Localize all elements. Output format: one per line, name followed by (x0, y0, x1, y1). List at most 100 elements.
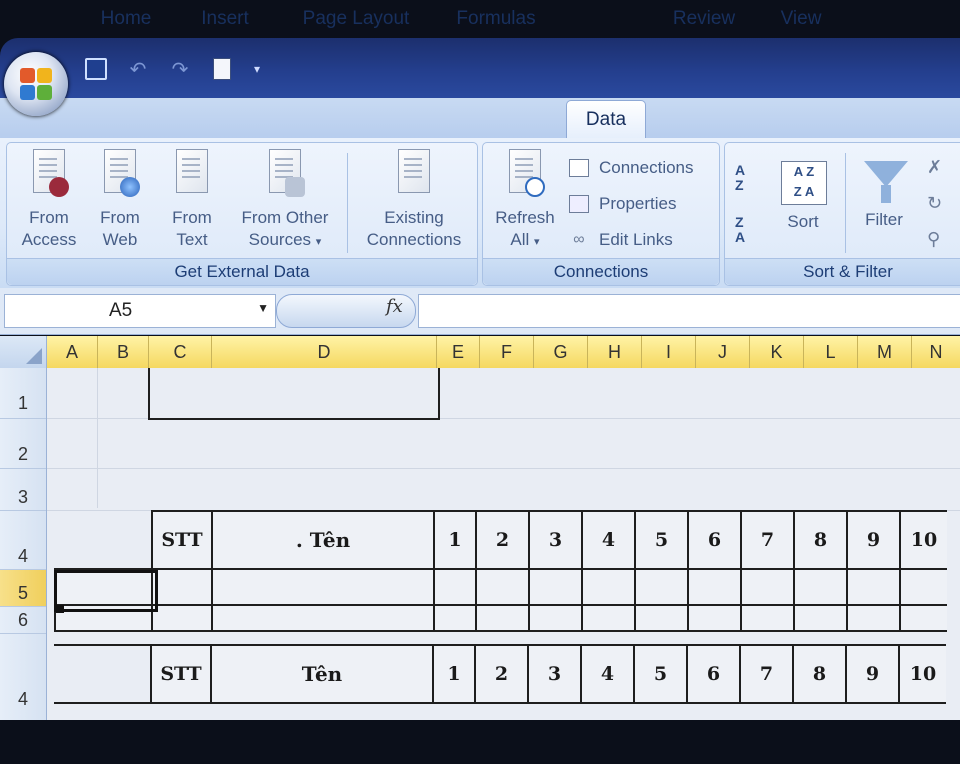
row-header-4b[interactable]: 4 (0, 634, 46, 720)
properties-button[interactable]: Properties (567, 189, 676, 219)
print-preview-icon[interactable] (204, 54, 240, 84)
clear-filter-icon[interactable]: ✗ (927, 157, 942, 178)
col-4-header[interactable]: 4 (580, 644, 635, 704)
table-cell[interactable] (151, 568, 213, 606)
row-header-6[interactable]: 6 (0, 607, 46, 634)
col-9-header[interactable]: 9 (846, 510, 901, 570)
column-header-k[interactable]: K (750, 336, 804, 368)
tab-data[interactable]: Data (566, 100, 646, 141)
row-header-4[interactable]: 4 (0, 511, 46, 570)
name-box-dropdown-icon[interactable]: ▼ (257, 301, 269, 315)
row-header-2[interactable]: 2 (0, 419, 46, 469)
table-cell[interactable] (211, 604, 435, 632)
table-cell[interactable] (581, 568, 636, 606)
col-7-header[interactable]: 7 (740, 510, 795, 570)
save-icon[interactable] (78, 54, 114, 84)
table-cell[interactable] (54, 644, 152, 704)
col-5-header[interactable]: 5 (634, 510, 689, 570)
col-3-header[interactable]: 3 (527, 644, 582, 704)
col-10-header[interactable]: 10 (898, 644, 946, 704)
customize-qat-icon[interactable]: ▾ (246, 54, 268, 84)
table-cell[interactable] (433, 604, 477, 632)
table-cell[interactable] (687, 568, 742, 606)
table-cell[interactable] (151, 604, 213, 632)
table-cell[interactable] (687, 604, 742, 632)
fill-handle[interactable] (56, 605, 64, 613)
row-header-1[interactable]: 1 (0, 368, 46, 419)
col-5-header[interactable]: 5 (633, 644, 688, 704)
table-cell[interactable] (211, 568, 435, 606)
from-access-button[interactable]: From Access (11, 149, 87, 251)
col-9-header[interactable]: 9 (845, 644, 900, 704)
table-cell[interactable] (433, 568, 477, 606)
tab-view[interactable]: View (772, 2, 830, 38)
existing-connections-button[interactable]: Existing Connections (353, 149, 475, 251)
table-cell[interactable] (634, 604, 689, 632)
col-1-header[interactable]: 1 (433, 510, 477, 570)
column-header-c[interactable]: C (149, 336, 212, 368)
worksheet[interactable]: 1 2 3 4 5 6 4 STT . Tên 1 2 3 4 5 6 7 8 … (0, 368, 960, 720)
tab-home[interactable]: Home (92, 2, 160, 38)
column-header-h[interactable]: H (588, 336, 642, 368)
column-header-b[interactable]: B (98, 336, 149, 368)
table-cell[interactable] (475, 568, 530, 606)
table-cell[interactable] (634, 568, 689, 606)
sort-a-to-z-icon[interactable]: A Z (735, 163, 765, 199)
from-web-button[interactable]: From Web (87, 149, 153, 251)
col-6-header[interactable]: 6 (687, 510, 742, 570)
office-button[interactable] (4, 52, 68, 116)
col-6-header[interactable]: 6 (686, 644, 741, 704)
column-header-d[interactable]: D (212, 336, 437, 368)
table-cell[interactable] (475, 604, 530, 632)
select-all-button[interactable] (0, 336, 47, 368)
row-header-5[interactable]: 5 (0, 570, 46, 607)
sort-button[interactable]: A Z Z A Sort (773, 149, 833, 233)
insert-function-icon[interactable]: fx (386, 296, 403, 317)
refresh-all-button[interactable]: Refresh All ▾ (485, 149, 565, 253)
column-header-l[interactable]: L (804, 336, 858, 368)
table-cell[interactable] (899, 568, 947, 606)
tab-insert[interactable]: Insert (188, 2, 262, 38)
col-2-header[interactable]: 2 (475, 510, 530, 570)
sort-z-to-a-icon[interactable]: Z A (735, 215, 765, 251)
col-2-header[interactable]: 2 (474, 644, 529, 704)
col-3-header[interactable]: 3 (528, 510, 583, 570)
redo-icon[interactable]: ↷ (162, 54, 198, 84)
table-cell[interactable] (846, 568, 901, 606)
col-10-header[interactable]: 10 (899, 510, 947, 570)
ten-header[interactable]: . Tên (211, 510, 435, 570)
ten-header[interactable]: Tên (210, 644, 434, 704)
table-cell[interactable] (899, 604, 947, 632)
undo-icon[interactable]: ↶ (120, 54, 156, 84)
table-cell[interactable] (581, 604, 636, 632)
tab-review[interactable]: Review (666, 2, 742, 38)
column-header-e[interactable]: E (437, 336, 480, 368)
stt-header[interactable]: STT (150, 644, 212, 704)
name-box[interactable]: A5 ▼ (4, 294, 276, 328)
col-1-header[interactable]: 1 (432, 644, 476, 704)
merged-cell-c1-d1[interactable] (148, 368, 440, 420)
filter-button[interactable]: Filter (851, 149, 917, 231)
col-8-header[interactable]: 8 (792, 644, 847, 704)
table-cell[interactable] (55, 511, 153, 570)
tab-formulas[interactable]: Formulas (448, 2, 544, 38)
table-cell[interactable] (793, 604, 848, 632)
column-header-i[interactable]: I (642, 336, 696, 368)
advanced-filter-icon[interactable]: ⚲ (927, 229, 940, 250)
active-cell-a5[interactable] (54, 570, 158, 612)
table-cell[interactable] (528, 568, 583, 606)
col-7-header[interactable]: 7 (739, 644, 794, 704)
table-cell[interactable] (740, 604, 795, 632)
formula-input[interactable] (418, 294, 960, 328)
col-8-header[interactable]: 8 (793, 510, 848, 570)
row-header-3[interactable]: 3 (0, 469, 46, 511)
reapply-filter-icon[interactable]: ↻ (927, 193, 942, 214)
from-other-sources-button[interactable]: From Other Sources ▾ (229, 149, 341, 253)
column-header-a[interactable]: A (47, 336, 98, 368)
stt-header[interactable]: STT (151, 510, 213, 570)
tab-page-layout[interactable]: Page Layout (294, 2, 418, 38)
column-header-m[interactable]: M (858, 336, 912, 368)
col-4-header[interactable]: 4 (581, 510, 636, 570)
column-header-n[interactable]: N (912, 336, 960, 368)
column-header-g[interactable]: G (534, 336, 588, 368)
